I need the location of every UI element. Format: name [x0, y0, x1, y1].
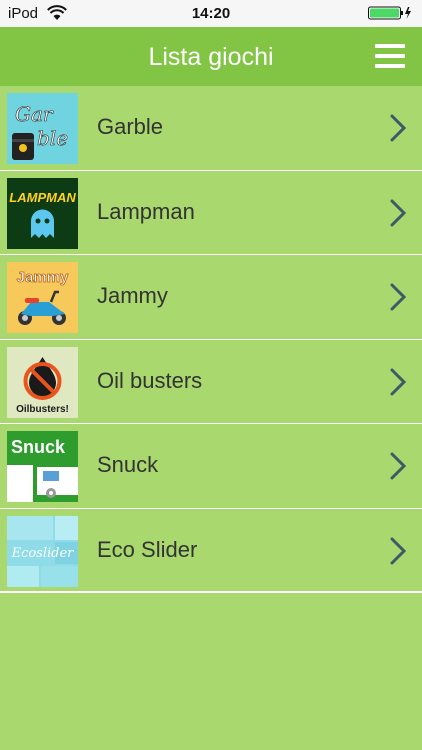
svg-text:ble: ble	[37, 126, 68, 150]
svg-text:Ecoslider: Ecoslider	[11, 546, 75, 561]
svg-text:Jammy: Jammy	[17, 269, 69, 286]
game-list: Gar ble Garble LAMPMAN Lampman Jammy Jam…	[0, 86, 422, 593]
list-item-oil-busters[interactable]: Oilbusters! Oil busters	[0, 340, 422, 424]
list-item-label: Lampman	[97, 198, 195, 224]
svg-text:Oilbusters!: Oilbusters!	[16, 404, 69, 415]
hamburger-menu-icon[interactable]	[375, 44, 405, 70]
chevron-right-icon	[390, 452, 406, 480]
list-item-label: Eco Slider	[97, 536, 198, 562]
chevron-right-icon	[390, 199, 406, 226]
list-item-label: Jammy	[97, 283, 168, 308]
chevron-right-icon	[390, 537, 406, 564]
thumb-text: Gar	[15, 102, 54, 126]
chevron-right-icon	[390, 368, 406, 395]
list-item-label: Snuck	[97, 452, 159, 477]
list-item-jammy[interactable]: Jammy Jammy	[0, 255, 422, 340]
list-item-label: Oil busters	[97, 367, 203, 393]
page-title: Lista giochi	[148, 43, 274, 71]
svg-text:Snuck: Snuck	[11, 437, 66, 457]
chevron-right-icon	[390, 114, 406, 142]
snuck-thumbnail: Snuck	[7, 431, 78, 502]
nav-bar: Lista giochi	[0, 27, 422, 86]
list-item-label: Garble	[97, 114, 164, 139]
clock: 14:20	[191, 5, 231, 22]
svg-text:LAMPMAN: LAMPMAN	[9, 190, 76, 205]
battery-icon	[368, 6, 411, 20]
garble-thumbnail: Gar ble	[7, 93, 78, 164]
lampman-thumbnail: LAMPMAN	[7, 177, 78, 249]
list-item-eco-slider[interactable]: Ecoslider Eco Slider	[0, 509, 422, 593]
jammy-thumbnail: Jammy	[7, 262, 78, 333]
chevron-right-icon	[390, 283, 406, 311]
eco-slider-thumbnail: Ecoslider	[7, 515, 78, 587]
list-item-snuck[interactable]: Snuck Snuck	[0, 424, 422, 509]
oil-busters-thumbnail: Oilbusters!	[7, 346, 78, 418]
status-bar: iPod 14:20	[0, 0, 422, 27]
list-item-lampman[interactable]: LAMPMAN Lampman	[0, 171, 422, 255]
list-item-garble[interactable]: Gar ble Garble	[0, 86, 422, 171]
